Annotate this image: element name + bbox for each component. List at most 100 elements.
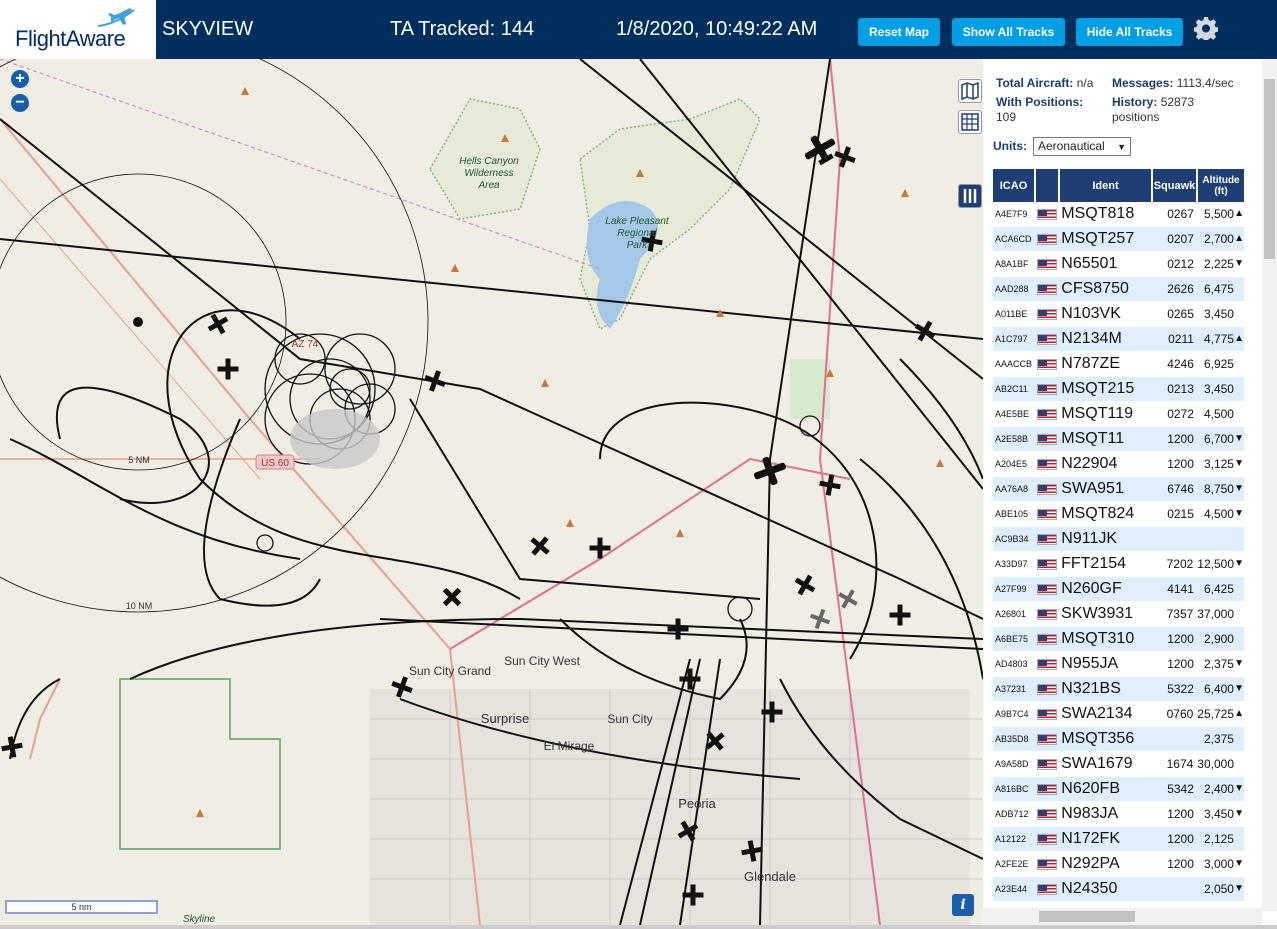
table-body: A4E7F9 MSQT818 0267 5,500 ▲ ACA6CD MSQT257 0207… [993, 202, 1244, 902]
table-row[interactable]: A6BE75 MSQT310 1200 2,900 [993, 627, 1244, 652]
us-flag-icon [1036, 533, 1057, 545]
table-row[interactable]: A011BE N103VK 0265 3,450 [993, 302, 1244, 327]
table-row[interactable]: AD4803 N955JA 1200 2,375 ▼ [993, 652, 1244, 677]
flag-cell [1036, 233, 1061, 245]
squawk-cell: 4246 [1167, 357, 1194, 371]
icao-cell: A2FE2E [995, 859, 1029, 869]
flag-cell [1036, 558, 1061, 570]
altitude-value: 6,425 [1203, 582, 1234, 596]
table-row[interactable]: A33D97 FFT2154 7202 12,500 ▼ [993, 552, 1244, 577]
table-row[interactable]: A9A58D SWA1679 1674 30,000 [993, 752, 1244, 777]
table-row[interactable]: ACA6CD MSQT257 0207 2,700 ▲ [993, 227, 1244, 252]
flightaware-logo[interactable]: FlightAware [0, 0, 156, 59]
hells-canyon-label-1: Hells Canyon [459, 156, 519, 167]
squawk-cell: 1674 [1166, 757, 1194, 771]
messages-label: Messages: [1112, 76, 1174, 90]
reset-map-button[interactable]: Reset Map [858, 18, 940, 46]
col-squawk[interactable]: Squawk [1153, 169, 1198, 202]
surprise-label: Surprise [481, 711, 529, 726]
info-button[interactable]: i [952, 894, 974, 916]
icao-cell: A6BE75 [995, 634, 1029, 644]
squawk-cell: 1200 [1167, 457, 1194, 471]
table-row[interactable]: AC9B34 N911JK [993, 527, 1244, 552]
flag-cell [1036, 533, 1061, 545]
table-row[interactable]: AAACCB N787ZE 4246 6,925 [993, 352, 1244, 377]
table-row[interactable]: AAD288 CFS8750 2626 6,475 [993, 277, 1244, 302]
us-flag-icon [1036, 383, 1057, 395]
table-row[interactable]: A4E5BE MSQT119 0272 4,500 [993, 402, 1244, 427]
icao-cell: AB2C11 [995, 384, 1028, 394]
altitude-trend-icon: ▲ [1234, 333, 1244, 344]
table-row[interactable]: A2E58B MSQT11 1200 6,700 ▼ [993, 427, 1244, 452]
table-row[interactable]: AB2C11 MSQT215 0213 3,450 [993, 377, 1244, 402]
altitude-trend-icon: ▼ [1234, 458, 1244, 469]
grid-icon [961, 113, 979, 131]
table-row[interactable]: A23E44 N24350 2,050 ▼ [993, 877, 1244, 902]
altitude-value: 6,700 [1203, 432, 1234, 446]
us-flag-icon [1036, 283, 1057, 295]
hide-all-tracks-button[interactable]: Hide All Tracks [1076, 18, 1183, 46]
show-all-tracks-button[interactable]: Show All Tracks [952, 18, 1065, 46]
flag-cell [1036, 508, 1061, 520]
altitude-trend-icon: ▲ [1234, 233, 1244, 244]
us-flag-icon [1036, 608, 1057, 620]
aircraft-table: ICAO Ident Squawk Altitude (ft) A4E7F9 MS… [993, 169, 1244, 902]
table-row[interactable]: A26801 SKW3931 7357 37,000 [993, 602, 1244, 627]
squawk-cell: 1200 [1167, 857, 1194, 871]
table-row[interactable]: A27F99 N260GF 4141 6,425 [993, 577, 1244, 602]
table-row[interactable]: A816BC N620FB 5342 2,400 ▼ [993, 777, 1244, 802]
horizontal-scroll-thumb[interactable] [1039, 911, 1135, 922]
squawk-cell: 7357 [1166, 607, 1194, 621]
glendale-label: Glendale [744, 869, 796, 884]
table-row[interactable]: A9B7C4 SWA2134 0760 25,725 ▲ [993, 702, 1244, 727]
col-flag[interactable] [1036, 169, 1060, 202]
icao-cell: ACA6CD [995, 234, 1032, 244]
squawk-cell: 5322 [1167, 682, 1194, 696]
horizontal-scrollbar[interactable] [983, 908, 1262, 925]
gear-icon[interactable] [1194, 16, 1218, 40]
ident-cell: MSQT356 [1061, 730, 1135, 747]
map-layers-button[interactable] [958, 79, 982, 103]
ident-cell: N955JA [1061, 655, 1119, 672]
map-view[interactable]: Hells Canyon Wilderness Area Lake Pleasa… [0, 59, 983, 925]
total-aircraft-stat: Total Aircraft: n/a [996, 76, 1093, 90]
table-row[interactable]: AB35D8 MSQT356 2,375 [993, 727, 1244, 752]
altitude-trend-icon: ▼ [1234, 483, 1244, 494]
col-altitude[interactable]: Altitude (ft) [1198, 169, 1244, 202]
table-row[interactable]: A37231 N321BS 5322 6,400 ▼ [993, 677, 1244, 702]
ident-cell: MSQT310 [1061, 630, 1135, 647]
us-flag-icon [1036, 258, 1057, 270]
table-row[interactable]: A2FE2E N292PA 1200 3,000 ▼ [993, 852, 1244, 877]
table-row[interactable]: A204E5 N22904 1200 3,125 ▼ [993, 452, 1244, 477]
grid-toggle-button[interactable] [958, 110, 982, 134]
az74-label: AZ 74 [292, 339, 319, 350]
col-icao[interactable]: ICAO [993, 169, 1036, 202]
vertical-scroll-thumb[interactable] [1264, 79, 1275, 259]
brand-name: FlightAware [15, 26, 126, 51]
table-row[interactable]: A1C797 N2134M 0211 4,775 ▲ [993, 327, 1244, 352]
ident-cell: MSQT824 [1061, 505, 1135, 522]
ident-cell: N983JA [1061, 805, 1119, 822]
units-select[interactable]: Aeronautical [1033, 137, 1131, 156]
table-row[interactable]: ADB712 N983JA 1200 3,450 ▼ [993, 802, 1244, 827]
flag-cell [1036, 683, 1061, 695]
columns-toggle-button[interactable] [958, 184, 982, 208]
with-positions-stat: With Positions: [996, 95, 1083, 109]
table-row[interactable]: A4E7F9 MSQT818 0267 5,500 ▲ [993, 202, 1244, 227]
us-flag-icon [1036, 683, 1057, 695]
us-flag-icon [1036, 883, 1057, 895]
us-flag-icon [1036, 858, 1057, 870]
ring-5nm-label: 5 NM [128, 455, 150, 465]
app-title: SKYVIEW [162, 18, 254, 40]
zoom-out-button[interactable]: − [11, 94, 29, 112]
zoom-in-button[interactable]: + [11, 70, 29, 88]
icao-cell: A8A1BF [995, 259, 1029, 269]
vertical-scrollbar[interactable] [1262, 59, 1277, 911]
table-row[interactable]: A12122 N172FK 1200 2,125 [993, 827, 1244, 852]
col-ident[interactable]: Ident [1060, 169, 1153, 202]
table-row[interactable]: AA76A8 SWA951 6746 8,750 ▼ [993, 477, 1244, 502]
table-row[interactable]: A8A1BF N65501 0212 2,225 ▼ [993, 252, 1244, 277]
flag-cell [1036, 483, 1061, 495]
icao-cell: A1C797 [995, 334, 1028, 344]
table-row[interactable]: ABE105 MSQT824 0215 4,500 ▼ [993, 502, 1244, 527]
